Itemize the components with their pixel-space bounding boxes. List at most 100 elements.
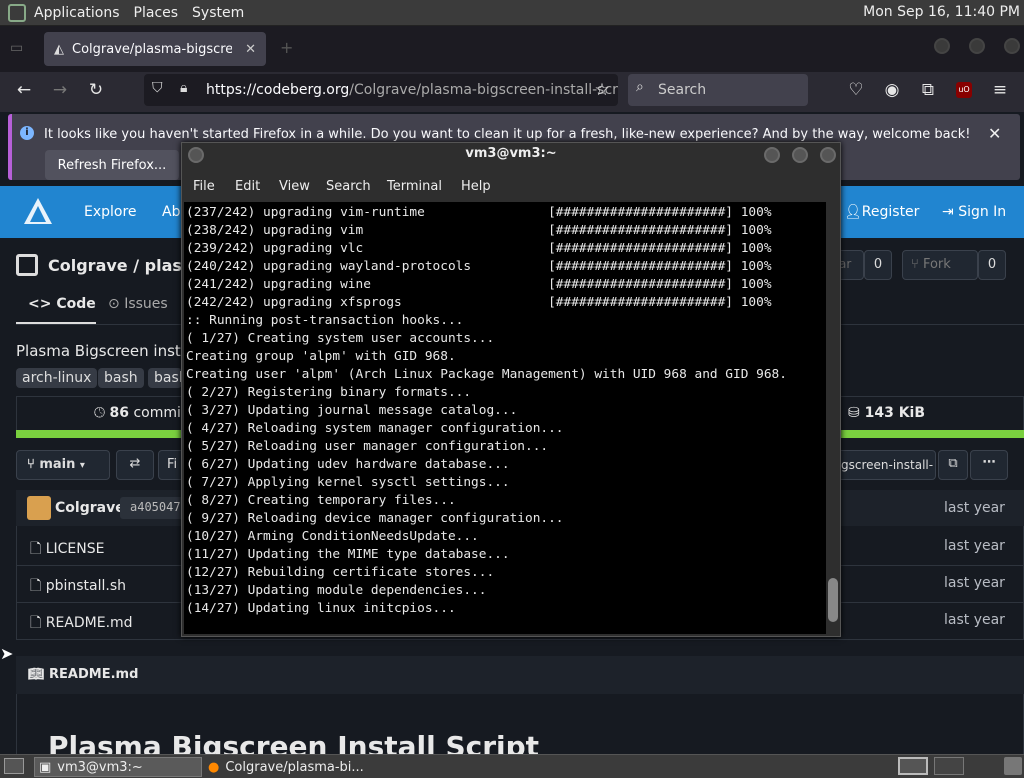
repo-icon: [16, 254, 38, 276]
extensions-icon[interactable]: ⧉: [916, 80, 940, 100]
repo-description: Plasma Bigscreen insta: [16, 342, 190, 360]
terminal-minimize-icon[interactable]: [764, 147, 780, 163]
fork-count[interactable]: 0: [978, 250, 1006, 280]
fork-button[interactable]: ⑂ Fork: [902, 250, 978, 280]
maximize-icon[interactable]: [969, 38, 985, 54]
terminal-menu-view[interactable]: View: [279, 179, 310, 194]
commits-link[interactable]: 🕓︎ 86 commits: [94, 405, 194, 421]
terminal-line: :: Running post-transaction hooks...: [186, 313, 464, 328]
browser-tab[interactable]: ◭ Colgrave/plasma-bigscreen ✕: [44, 32, 266, 66]
codeberg-favicon-icon: ◭: [54, 41, 64, 57]
file-date: last year: [944, 538, 1005, 554]
tab-code[interactable]: <> Code: [28, 296, 96, 312]
nav-signin[interactable]: ⇥ Sign In: [942, 204, 1006, 220]
back-icon[interactable]: ←: [12, 80, 36, 100]
file-name: README.md: [45, 615, 133, 631]
shield-icon[interactable]: ⛉: [152, 80, 163, 96]
terminal-line: (12/27) Rebuilding certificate stores...: [186, 565, 495, 580]
notification-close-icon[interactable]: ✕: [988, 124, 1001, 143]
menu-applications[interactable]: Applications: [34, 5, 120, 21]
firefox-view-icon[interactable]: ▭: [10, 40, 23, 56]
repo-size: ⛁ 143 KiB: [848, 405, 925, 421]
terminal-line: (238/242) upgrading vim [###############…: [186, 223, 772, 238]
terminal-menu-file[interactable]: File: [193, 179, 215, 194]
commit-hash[interactable]: a405047: [120, 497, 184, 519]
notification-text: It looks like you haven't started Firefo…: [44, 127, 971, 142]
avatar[interactable]: [27, 496, 51, 520]
new-tab-icon[interactable]: +: [280, 38, 293, 57]
readme-label[interactable]: 📖︎ README.md: [28, 667, 138, 682]
file-row-readme[interactable]: 🗋︎ README.md: [30, 612, 133, 636]
menu-system[interactable]: System: [192, 5, 244, 21]
menu-places[interactable]: Places: [134, 5, 179, 21]
taskbar-firefox[interactable]: ● Colgrave/plasma-bi...: [204, 757, 404, 777]
terminal-menu-search[interactable]: Search: [326, 179, 371, 194]
compare-button[interactable]: ⇄: [116, 450, 154, 480]
taskbar-terminal-label: vm3@vm3:~: [57, 759, 143, 775]
more-options-button[interactable]: ⋯: [970, 450, 1008, 480]
tab-close-icon[interactable]: ✕: [245, 42, 256, 57]
tab-issues[interactable]: ⊙ Issues: [108, 296, 168, 312]
close-window-icon[interactable]: [1004, 38, 1020, 54]
terminal-line: ( 3/27) Updating journal message catalog…: [186, 403, 518, 418]
file-name: LICENSE: [45, 541, 105, 557]
show-desktop-icon[interactable]: [4, 758, 24, 774]
terminal-maximize-icon[interactable]: [792, 147, 808, 163]
taskbar-terminal[interactable]: ▣ vm3@vm3:~: [34, 757, 202, 777]
topic-chip[interactable]: bash: [148, 368, 182, 388]
code-icon: <>: [28, 296, 57, 312]
tab-code-label: Code: [56, 296, 96, 312]
file-row-pbinstall[interactable]: 🗋︎ pbinstall.sh: [30, 575, 126, 599]
ublock-icon[interactable]: uO: [956, 82, 972, 98]
branch-selector[interactable]: ⑂ main ▾: [16, 450, 110, 480]
terminal-menu-edit[interactable]: Edit: [235, 179, 260, 194]
terminal-line: ( 2/27) Registering binary formats...: [186, 385, 472, 400]
reload-icon[interactable]: ↻: [84, 80, 108, 100]
lock-icon[interactable]: 🔒︎: [180, 80, 187, 96]
register-icon: 👤︎: [844, 204, 862, 220]
panel-clock[interactable]: Mon Sep 16, 11:40 PM: [863, 4, 1020, 20]
terminal-output[interactable]: (237/242) upgrading vim-runtime [#######…: [184, 202, 826, 634]
workspace-switcher-2[interactable]: [934, 757, 964, 775]
forward-icon[interactable]: →: [48, 80, 72, 100]
branch-icon: ⑂: [27, 457, 40, 472]
terminal-close-icon[interactable]: [820, 147, 836, 163]
url-domain: https://codeberg.org: [206, 82, 350, 98]
file-icon: 🗋︎: [30, 578, 46, 594]
codeberg-logo-icon[interactable]: [22, 196, 54, 226]
terminal-scroll-thumb[interactable]: [828, 578, 838, 622]
terminal-scrollbar[interactable]: [826, 202, 840, 634]
url-bar[interactable]: ⛉ 🔒︎ https://codeberg.org/Colgrave/plasm…: [144, 74, 618, 106]
account-icon[interactable]: ◉: [880, 80, 904, 100]
terminal-line: Creating user 'alpm' (Arch Linux Package…: [186, 367, 787, 382]
nav-register[interactable]: 👤︎Register: [844, 204, 919, 220]
topic-chip[interactable]: bash: [98, 368, 144, 388]
star-count[interactable]: 0: [864, 250, 892, 280]
topic-chip[interactable]: arch-linux: [16, 368, 98, 388]
file-icon: 🗋︎: [30, 541, 46, 557]
refresh-firefox-button[interactable]: Refresh Firefox...: [45, 150, 179, 180]
top-panel: Applications Places System Mon Sep 16, 1…: [0, 0, 1024, 26]
copy-url-button[interactable]: ⧉: [938, 450, 968, 480]
trash-icon[interactable]: [1004, 757, 1022, 775]
terminal-menu-help[interactable]: Help: [461, 179, 491, 194]
terminal-icon: ▣: [39, 759, 52, 775]
workspace-switcher-1[interactable]: [898, 757, 928, 775]
minimize-icon[interactable]: [934, 38, 950, 54]
nav-explore[interactable]: Explore: [84, 204, 137, 220]
bookmark-star-icon[interactable]: ☆: [590, 80, 614, 100]
readme-filename: README.md: [49, 667, 139, 682]
file-date: last year: [944, 612, 1005, 628]
distro-logo-icon[interactable]: [8, 3, 26, 22]
pocket-icon[interactable]: ♡: [844, 80, 868, 100]
info-icon: i: [20, 126, 34, 140]
hamburger-menu-icon[interactable]: ≡: [988, 80, 1012, 100]
commit-author[interactable]: Colgrave: [55, 500, 125, 516]
file-name: pbinstall.sh: [45, 578, 127, 594]
search-bar[interactable]: ⌕ Search: [628, 74, 808, 106]
commit-count: 86: [109, 405, 130, 421]
tab-title: Colgrave/plasma-bigscreen: [72, 41, 232, 57]
clone-url-input[interactable]: gscreen-install-: [834, 450, 936, 480]
file-row-license[interactable]: 🗋︎ LICENSE: [30, 538, 104, 562]
terminal-menu-terminal[interactable]: Terminal: [387, 179, 442, 194]
